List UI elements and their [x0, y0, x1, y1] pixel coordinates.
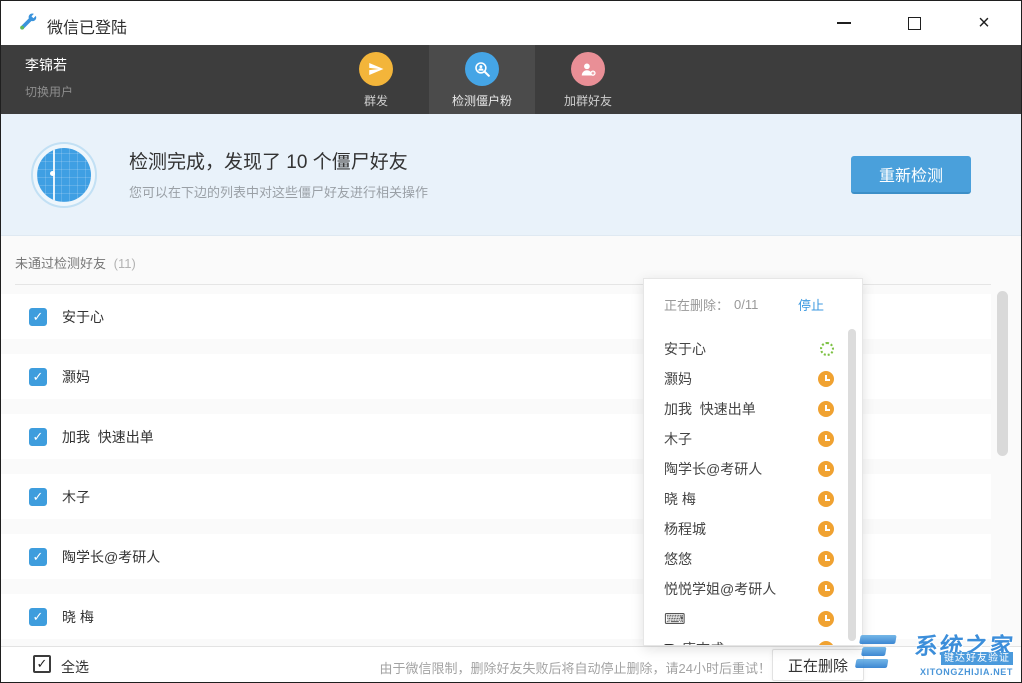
site-watermark: 系统之家 键达好友验证 XITONGZHIJIA.NET [857, 630, 1019, 680]
nav-label: 检测僵户粉 [452, 92, 512, 109]
tab-add-group-friends[interactable]: 加群好友 [535, 45, 641, 114]
limit-hint-text: 由于微信限制，删除好友失败后将自动停止删除，请24小时后重试！ [380, 658, 771, 677]
re-detect-button[interactable]: 重新检测 [851, 156, 971, 194]
checkbox-checked[interactable]: ✓ [29, 548, 47, 566]
tab-mass-send[interactable]: 群发 [323, 45, 429, 114]
watermark-domain: XITONGZHIJIA.NET [920, 667, 1013, 677]
deleting-button[interactable]: 正在删除 [772, 649, 864, 681]
main-nav: 群发 检测僵户粉 [323, 45, 641, 114]
clock-icon [818, 431, 834, 447]
check-icon: ✓ [33, 489, 44, 505]
check-icon: ✓ [33, 609, 44, 625]
popup-item: 灏妈 [644, 364, 862, 394]
friend-name: 晓 梅 [62, 607, 94, 627]
popup-header: 正在删除： 0/11 停止 [664, 295, 824, 314]
nav-label: 群发 [364, 92, 388, 109]
section-count: (11) [114, 256, 136, 271]
check-icon: ✓ [33, 309, 44, 325]
minimize-icon [837, 22, 851, 24]
friend-name: 木子 [62, 487, 90, 507]
select-all-label: 全选 [61, 657, 89, 677]
friend-name: 安于心 [62, 307, 104, 327]
dark-emoji-icon [664, 644, 677, 646]
magnifier-person-icon [465, 52, 499, 86]
deleting-popup: 正在删除： 0/11 停止 安于心 灏妈 加我 快速出单 木子 陶学长@考研 [643, 278, 863, 646]
clock-icon [818, 581, 834, 597]
clock-icon [818, 401, 834, 417]
watermark-logo-icon [853, 635, 900, 677]
clock-icon [818, 551, 834, 567]
section-title: 未通过检测好友 [15, 256, 106, 271]
result-banner: 检测完成，发现了 10 个僵尸好友 您可以在下边的列表中对这些僵尸好友进行相关操… [1, 114, 1021, 236]
window-title: 微信已登陆 [47, 14, 127, 38]
titlebar: 微信已登陆 × [1, 1, 1021, 45]
app-window: 微信已登陆 × 李锦若 切换用户 群发 [0, 0, 1022, 683]
friend-list: ✓ 安于心 ✓ 灏妈 ✓ 加我 快速出单 ✓ 木子 ✓ 陶学长@考研人 ✓ 晓 … [1, 294, 1021, 639]
tab-detect-zombie-fans[interactable]: 检测僵户粉 [429, 45, 535, 114]
friend-list-panel: 未通过检测好友 (11) ✓ 安于心 ✓ 灏妈 ✓ 加我 快速出单 ✓ 木子 ✓ [1, 236, 1021, 646]
maximize-button[interactable] [891, 1, 937, 45]
clock-icon [818, 611, 834, 627]
check-icon: ✓ [37, 656, 48, 672]
popup-item: 陶学长@考研人 [644, 454, 862, 484]
popup-item-list: 安于心 灏妈 加我 快速出单 木子 陶学长@考研人 晓 梅 [644, 334, 862, 646]
popup-item: 悦悦学姐@考研人 [644, 574, 862, 604]
popup-item: 杨程城 [644, 514, 862, 544]
popup-item: 悠悠 [644, 544, 862, 574]
main-header: 李锦若 切换用户 群发 检测僵户粉 [1, 45, 1021, 114]
checkbox-checked[interactable]: ✓ [29, 308, 47, 326]
minimize-button[interactable] [821, 1, 867, 45]
list-scrollbar[interactable] [997, 291, 1008, 456]
popup-item: 木子 [644, 424, 862, 454]
app-logo-wrench-icon [17, 12, 39, 34]
clock-icon [818, 371, 834, 387]
friend-name: 加我 快速出单 [62, 427, 154, 447]
popup-item: 唐志成 [644, 634, 862, 646]
watermark-slogan: 键达好友验证 [941, 652, 1013, 665]
friend-name: 灏妈 [62, 367, 90, 387]
switch-user-link[interactable]: 切换用户 [25, 83, 73, 100]
result-subtitle: 您可以在下边的列表中对这些僵尸好友进行相关操作 [129, 182, 428, 201]
checkbox-checked[interactable]: ✓ [29, 368, 47, 386]
progress-label: 正在删除： [664, 295, 729, 314]
checkbox-checked[interactable]: ✓ [29, 488, 47, 506]
popup-item: 晓 梅 [644, 484, 862, 514]
popup-item: 加我 快速出单 [644, 394, 862, 424]
keyboard-emoji-icon: ⌨ [664, 610, 686, 628]
spinner-icon [820, 342, 834, 356]
username: 李锦若 [25, 55, 67, 75]
popup-item: ⌨ [644, 604, 862, 634]
clock-icon [818, 491, 834, 507]
check-icon: ✓ [33, 549, 44, 565]
add-person-icon [571, 52, 605, 86]
section-header: 未通过检测好友 (11) [1, 236, 1021, 269]
popup-item: 安于心 [644, 334, 862, 364]
radar-icon [31, 142, 97, 208]
nav-label: 加群好友 [564, 92, 612, 109]
close-button[interactable]: × [961, 1, 1007, 45]
check-icon: ✓ [33, 429, 44, 445]
result-title: 检测完成，发现了 10 个僵尸好友 [129, 147, 408, 174]
clock-icon [818, 641, 834, 646]
maximize-icon [908, 17, 921, 30]
clock-icon [818, 521, 834, 537]
paper-plane-icon [359, 52, 393, 86]
select-all-checkbox[interactable]: ✓ [33, 655, 51, 673]
stop-link[interactable]: 停止 [798, 295, 824, 314]
checkbox-checked[interactable]: ✓ [29, 608, 47, 626]
clock-icon [818, 461, 834, 477]
check-icon: ✓ [33, 369, 44, 385]
popup-scrollbar[interactable] [848, 329, 856, 641]
friend-name: 陶学长@考研人 [62, 547, 160, 567]
checkbox-checked[interactable]: ✓ [29, 428, 47, 446]
progress-value: 0/11 [734, 297, 758, 312]
